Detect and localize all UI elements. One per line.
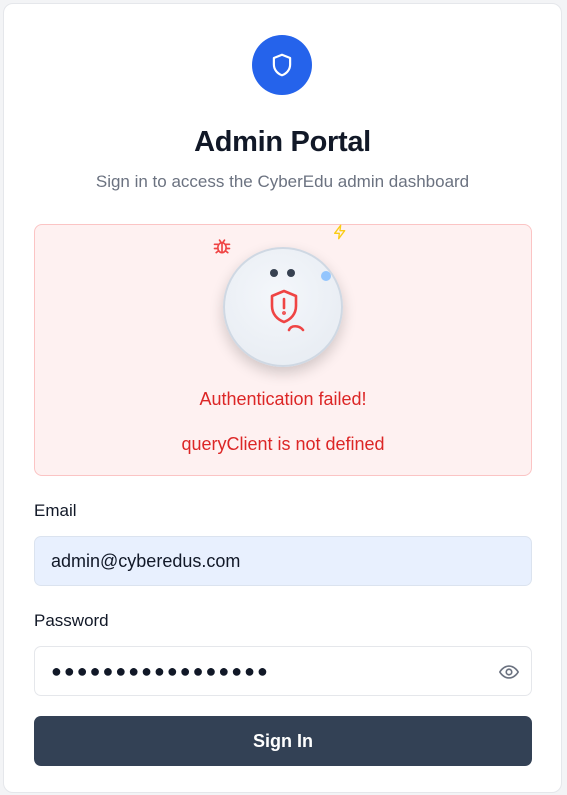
page-title: Admin Portal — [194, 126, 371, 158]
bug-icon — [213, 239, 231, 254]
alert-title: Authentication failed! — [199, 389, 367, 409]
email-input[interactable] — [34, 536, 532, 586]
bolt-icon — [334, 224, 346, 240]
logo — [252, 35, 312, 95]
page-subtitle: Sign in to access the CyberEdu admin das… — [95, 172, 470, 191]
login-card: Admin Portal Sign in to access the Cyber… — [3, 3, 562, 793]
shield-icon — [272, 53, 292, 77]
alert-message: queryClient is not defined — [181, 434, 385, 454]
shield-alert-icon — [270, 289, 305, 332]
password-input[interactable] — [34, 646, 532, 696]
mascot-eye-left — [270, 269, 278, 277]
error-alert: Authentication failed! queryClient is no… — [34, 224, 532, 476]
mascot-drop — [321, 271, 331, 281]
eye-icon[interactable] — [498, 661, 520, 683]
password-label: Password — [34, 611, 109, 630]
error-mascot — [223, 247, 343, 367]
mascot-eye-right — [287, 269, 295, 277]
email-label: Email — [34, 501, 77, 520]
sign-in-button[interactable]: Sign In — [34, 716, 532, 766]
